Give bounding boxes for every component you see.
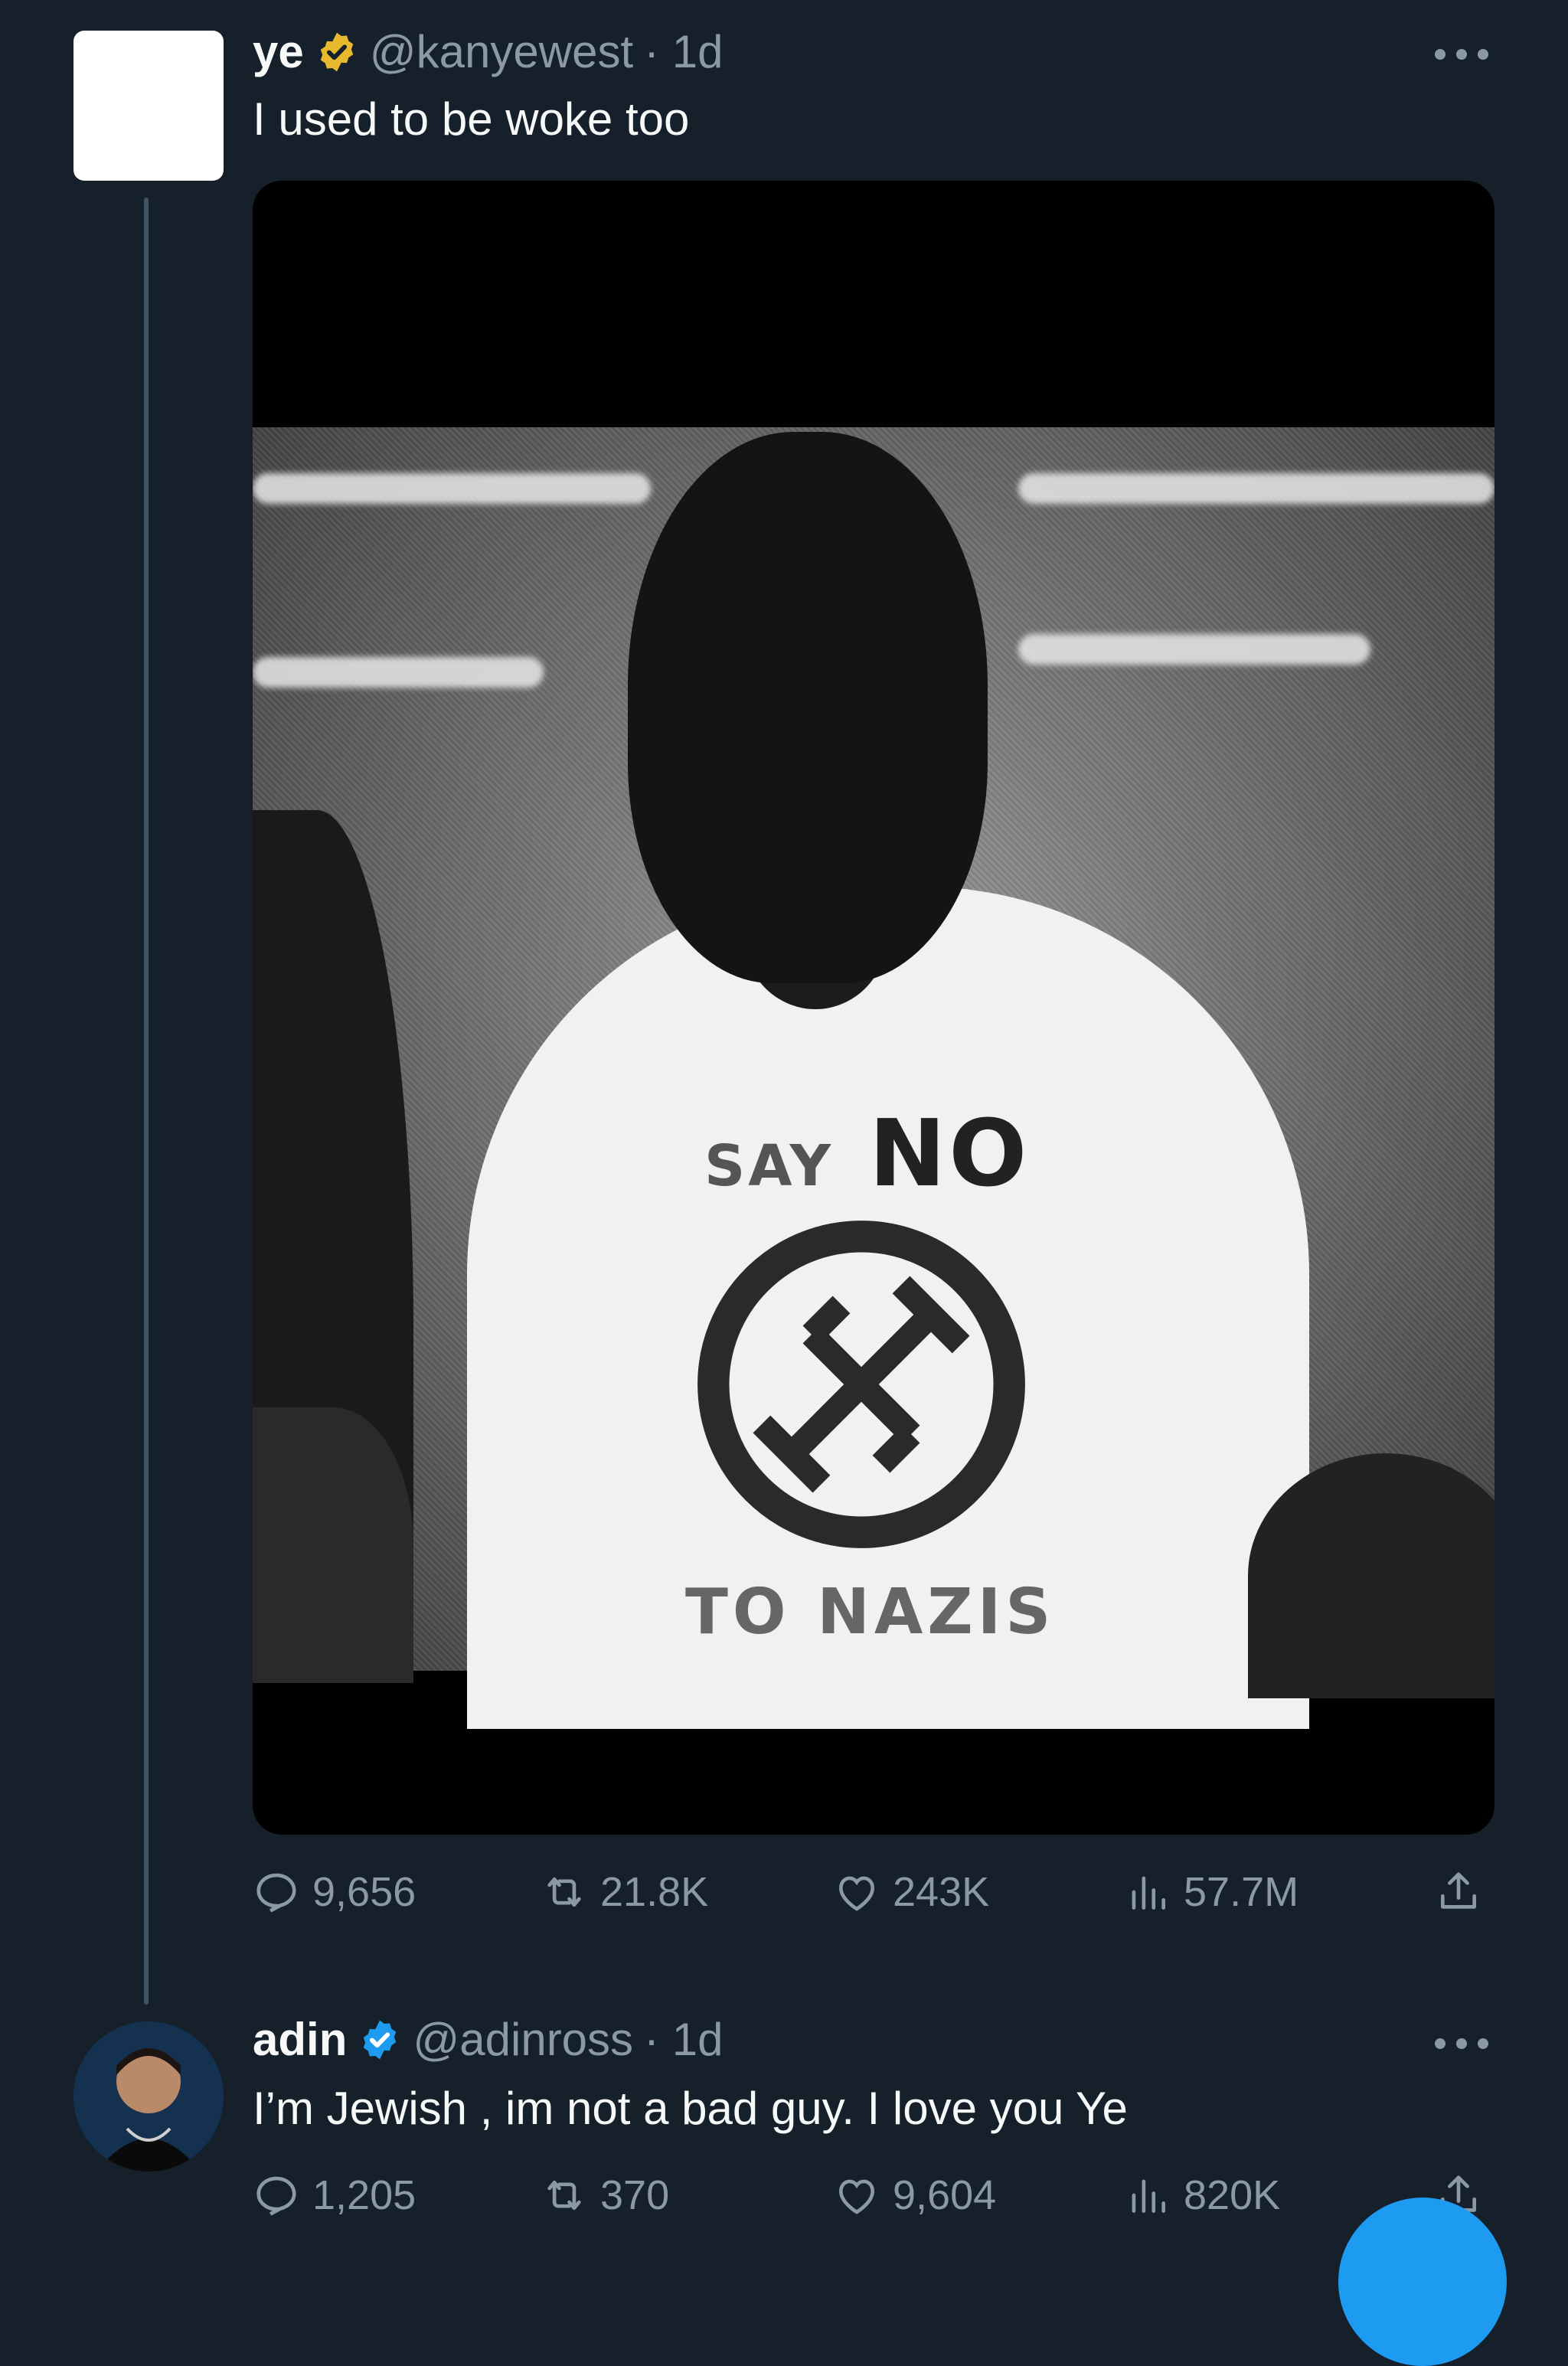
like-button[interactable]: 243K	[833, 1868, 989, 1916]
retweet-count: 21.8K	[600, 1869, 709, 1915]
photo: SAY NO TO NAZIS	[253, 427, 1494, 1729]
thread-line	[144, 198, 149, 2005]
reply-count: 1,205	[312, 2172, 416, 2218]
no-symbol-icon	[697, 1221, 1025, 1548]
reply-button[interactable]: 9,656	[253, 1868, 416, 1916]
retweet-button[interactable]: 21.8K	[541, 1868, 708, 1916]
retweet-icon	[547, 2180, 581, 2211]
avatar-ye[interactable]	[74, 31, 224, 181]
views-button[interactable]: 57.7M	[1124, 1868, 1298, 1916]
like-button[interactable]: 9,604	[833, 2172, 996, 2219]
shirt-text-to-nazis: TO NAZIS	[685, 1576, 1056, 1649]
more-icon[interactable]	[1435, 44, 1488, 63]
like-count: 9,604	[893, 2172, 997, 2218]
author-name[interactable]: ye	[253, 29, 304, 75]
tweet-time[interactable]: · 1d	[644, 2017, 723, 2063]
author-handle[interactable]: @kanyewest	[370, 29, 633, 75]
like-icon	[839, 2179, 874, 2214]
avatar-adin[interactable]	[74, 2021, 224, 2172]
reply-icon	[256, 2176, 296, 2216]
reply-count: 9,656	[312, 1869, 416, 1915]
avatar-image	[74, 2021, 224, 2172]
tweet-ye-header: ye @kanyewest · 1d	[253, 29, 724, 75]
tweet-text: I used to be woke too	[253, 93, 690, 145]
author-handle[interactable]: @adinross	[413, 2017, 633, 2063]
author-name[interactable]: adin	[253, 2017, 347, 2063]
retweet-icon	[547, 1877, 581, 1907]
tweet-media[interactable]: SAY NO TO NAZIS	[253, 181, 1494, 1835]
views-icon	[1132, 2179, 1165, 2213]
share-icon	[1441, 1872, 1476, 1909]
views-button[interactable]: 820K	[1124, 2172, 1280, 2219]
more-icon[interactable]	[1435, 2034, 1488, 2052]
reply-icon	[256, 1873, 296, 1913]
tweet-time[interactable]: · 1d	[644, 29, 723, 75]
tweet-text: I’m Jewish , im not a bad guy. I love yo…	[253, 2083, 1128, 2134]
views-count: 57.7M	[1184, 1869, 1299, 1915]
share-button[interactable]	[1435, 1868, 1482, 1916]
tweet-adin-header: adin @adinross · 1d	[253, 2017, 723, 2063]
retweet-count: 370	[600, 2172, 670, 2218]
like-icon	[839, 1876, 874, 1911]
compose-icon[interactable]	[1338, 2198, 1507, 2366]
verified-gold-icon	[320, 32, 354, 72]
like-count: 243K	[893, 1869, 990, 1915]
views-count: 820K	[1184, 2172, 1281, 2218]
reply-button[interactable]: 1,205	[253, 2172, 416, 2219]
views-icon	[1132, 1876, 1165, 1910]
shirt-text-say-no: SAY NO	[704, 1101, 1031, 1208]
verified-blue-icon	[364, 2020, 397, 2060]
retweet-button[interactable]: 370	[541, 2172, 669, 2219]
